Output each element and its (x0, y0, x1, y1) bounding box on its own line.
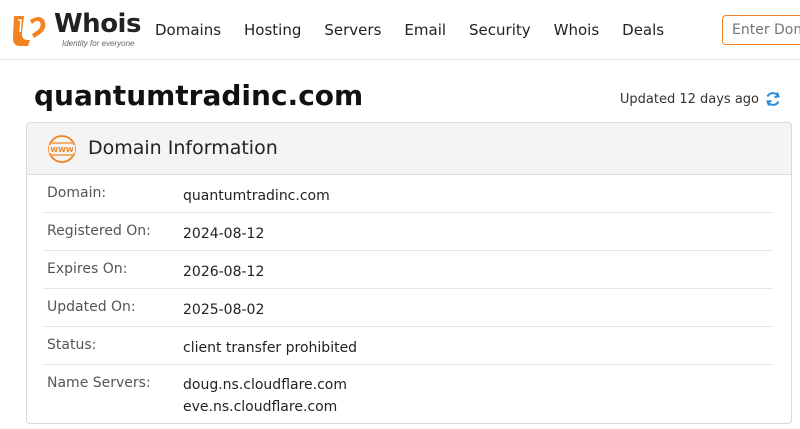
info-label: Status: (47, 337, 97, 353)
nav-item-whois[interactable]: Whois (554, 21, 600, 39)
nav-item-email[interactable]: Email (404, 21, 446, 39)
updated-status: Updated 12 days ago (620, 90, 782, 108)
info-row-expires-on: Expires On: 2026-08-12 (43, 251, 773, 289)
logo-wordmark: Whois (54, 9, 141, 39)
info-label: Updated On: (47, 299, 136, 315)
domain-info-rows: Domain: quantumtradinc.com Registered On… (43, 175, 773, 423)
info-label: Domain: (47, 185, 107, 201)
site-logo[interactable]: Whois Identity for everyone (10, 8, 150, 52)
info-value: 2025-08-02 (183, 302, 265, 318)
name-servers-list: doug.ns.cloudflare.com eve.ns.cloudflare… (183, 374, 347, 418)
nav-item-domains[interactable]: Domains (155, 21, 221, 39)
domain-information-header: WWW Domain Information (27, 123, 791, 175)
logo-mark-icon (12, 16, 46, 46)
nav-item-security[interactable]: Security (469, 21, 531, 39)
logo-tagline: Identity for everyone (62, 39, 135, 48)
info-row-updated-on: Updated On: 2025-08-02 (43, 289, 773, 327)
name-server-item: eve.ns.cloudflare.com (183, 399, 338, 415)
domain-information-card: WWW Domain Information Domain: quantumtr… (26, 122, 792, 424)
info-row-domain: Domain: quantumtradinc.com (43, 175, 773, 213)
domain-search-input[interactable] (722, 15, 800, 45)
site-header: Whois Identity for everyone Domains Host… (0, 0, 800, 60)
info-value: quantumtradinc.com (183, 188, 330, 204)
info-row-registered-on: Registered On: 2024-08-12 (43, 213, 773, 251)
domain-information-title: Domain Information (88, 137, 278, 159)
info-label: Registered On: (47, 223, 151, 239)
svg-text:WWW: WWW (50, 146, 73, 154)
refresh-icon[interactable] (764, 90, 782, 108)
info-value: 2024-08-12 (183, 226, 265, 242)
info-row-status: Status: client transfer prohibited (43, 327, 773, 365)
info-value: client transfer prohibited (183, 340, 358, 356)
updated-text: Updated 12 days ago (619, 91, 759, 107)
info-label: Expires On: (47, 261, 128, 277)
info-row-name-servers: Name Servers: doug.ns.cloudflare.com eve… (43, 365, 773, 423)
nav-item-deals[interactable]: Deals (622, 21, 664, 39)
nav-item-hosting[interactable]: Hosting (244, 21, 301, 39)
www-icon: WWW (48, 135, 76, 163)
main-nav: Domains Hosting Servers Email Security W… (155, 0, 687, 60)
nav-item-servers[interactable]: Servers (324, 21, 381, 39)
info-label: Name Servers: (47, 375, 151, 391)
page-title: quantumtradinc.com (34, 79, 364, 112)
name-server-item: doug.ns.cloudflare.com (183, 377, 348, 393)
info-value: 2026-08-12 (183, 264, 265, 280)
